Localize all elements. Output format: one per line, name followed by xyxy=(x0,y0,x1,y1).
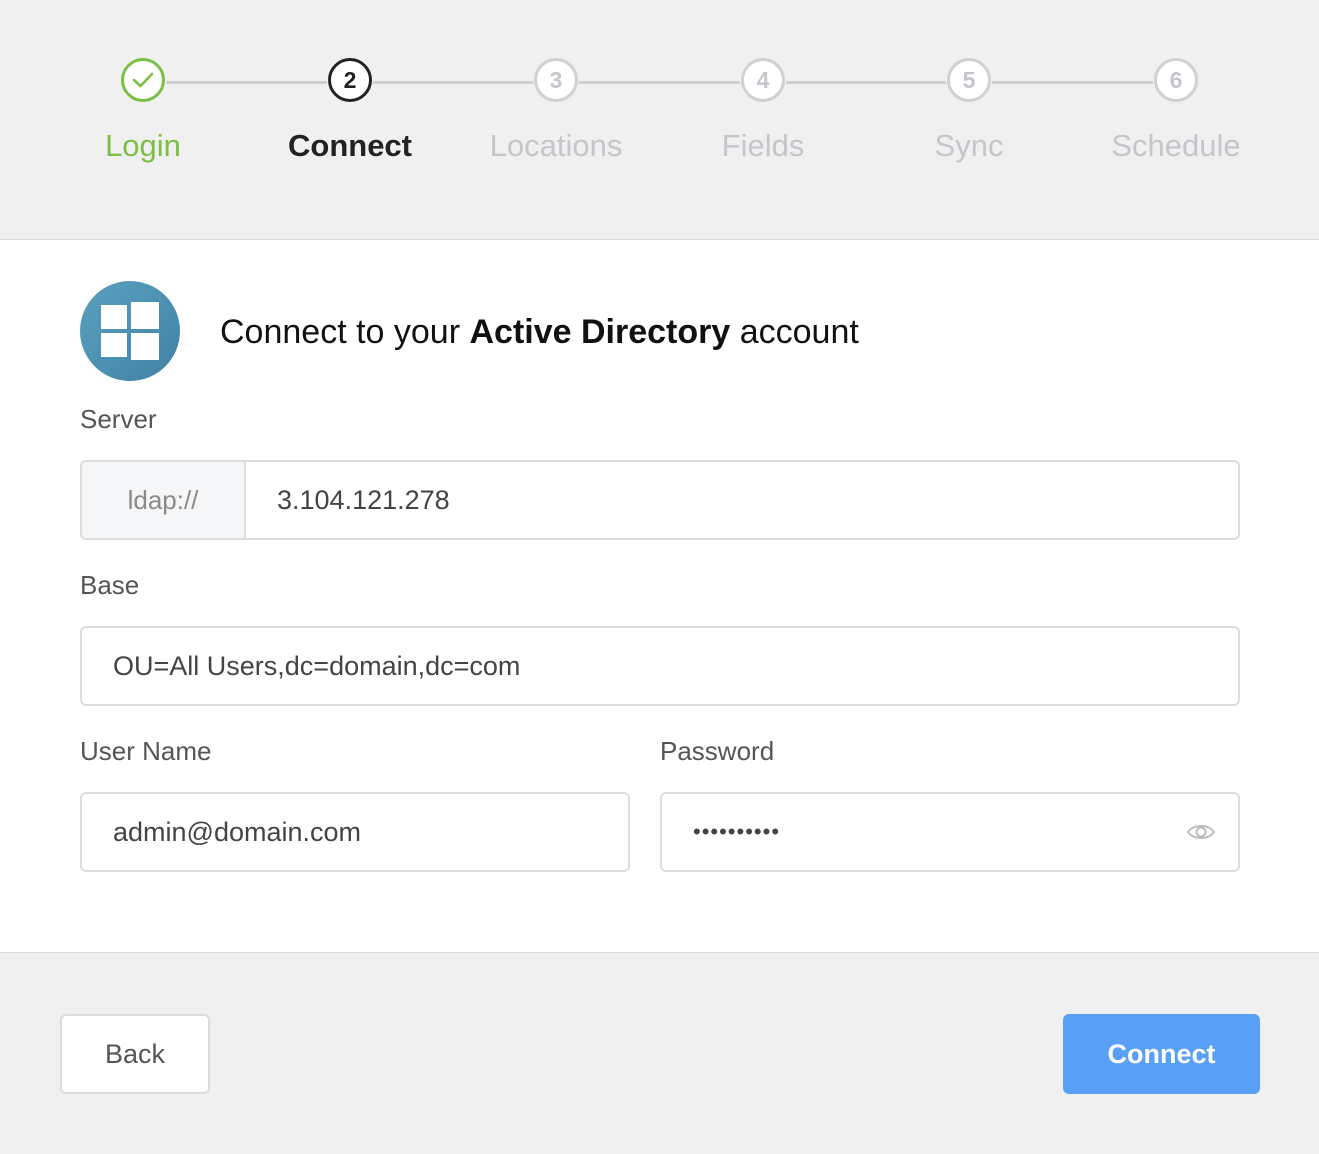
step-schedule[interactable]: 6 Schedule xyxy=(1076,58,1276,164)
step-label: Fields xyxy=(721,128,805,163)
step-label: Connect xyxy=(288,128,412,163)
username-field[interactable]: admin@domain.com xyxy=(80,792,630,872)
step-label: Sync xyxy=(934,128,1004,163)
server-input[interactable]: 3.104.121.278 xyxy=(246,485,450,516)
connect-form-panel: Connect to your Active Directory account… xyxy=(0,240,1319,953)
password-field[interactable]: •••••••••• xyxy=(660,792,1240,872)
password-input[interactable]: •••••••••• xyxy=(662,819,780,845)
step-label: Login xyxy=(105,128,181,163)
step-number: 3 xyxy=(534,58,578,102)
step-number: 4 xyxy=(741,58,785,102)
username-label: User Name xyxy=(80,736,212,766)
step-label: Locations xyxy=(489,128,623,163)
wizard-footer: Back Connect xyxy=(0,953,1319,1154)
step-number: 2 xyxy=(328,58,372,102)
wizard-stepper: Login 2 Connect 3 Locations 4 Fields 5 S… xyxy=(0,0,1319,240)
step-sync[interactable]: 5 Sync xyxy=(869,58,1069,164)
server-field[interactable]: ldap:// 3.104.121.278 xyxy=(80,460,1240,540)
step-label: Schedule xyxy=(1111,128,1241,163)
base-input[interactable]: OU=All Users,dc=domain,dc=com xyxy=(82,651,520,682)
check-icon xyxy=(121,58,165,102)
title-suffix: account xyxy=(730,313,859,351)
server-label: Server xyxy=(80,404,157,434)
base-label: Base xyxy=(80,570,140,600)
title-bold: Active Directory xyxy=(469,313,731,351)
connect-button[interactable]: Connect xyxy=(1063,1014,1260,1094)
password-label: Password xyxy=(660,736,775,766)
step-login[interactable]: Login xyxy=(43,58,243,164)
step-number: 6 xyxy=(1154,58,1198,102)
page-title: Connect to your Active Directory account xyxy=(220,313,859,352)
back-button[interactable]: Back xyxy=(60,1014,210,1094)
step-connect[interactable]: 2 Connect xyxy=(250,58,450,164)
eye-icon[interactable] xyxy=(1186,820,1216,844)
step-locations[interactable]: 3 Locations xyxy=(456,58,656,164)
base-field[interactable]: OU=All Users,dc=domain,dc=com xyxy=(80,626,1240,706)
step-fields[interactable]: 4 Fields xyxy=(663,58,863,164)
step-number: 5 xyxy=(947,58,991,102)
username-input[interactable]: admin@domain.com xyxy=(82,817,361,848)
title-prefix: Connect to your xyxy=(220,313,470,351)
windows-logo-icon xyxy=(80,281,180,381)
protocol-prefix: ldap:// xyxy=(82,462,246,538)
